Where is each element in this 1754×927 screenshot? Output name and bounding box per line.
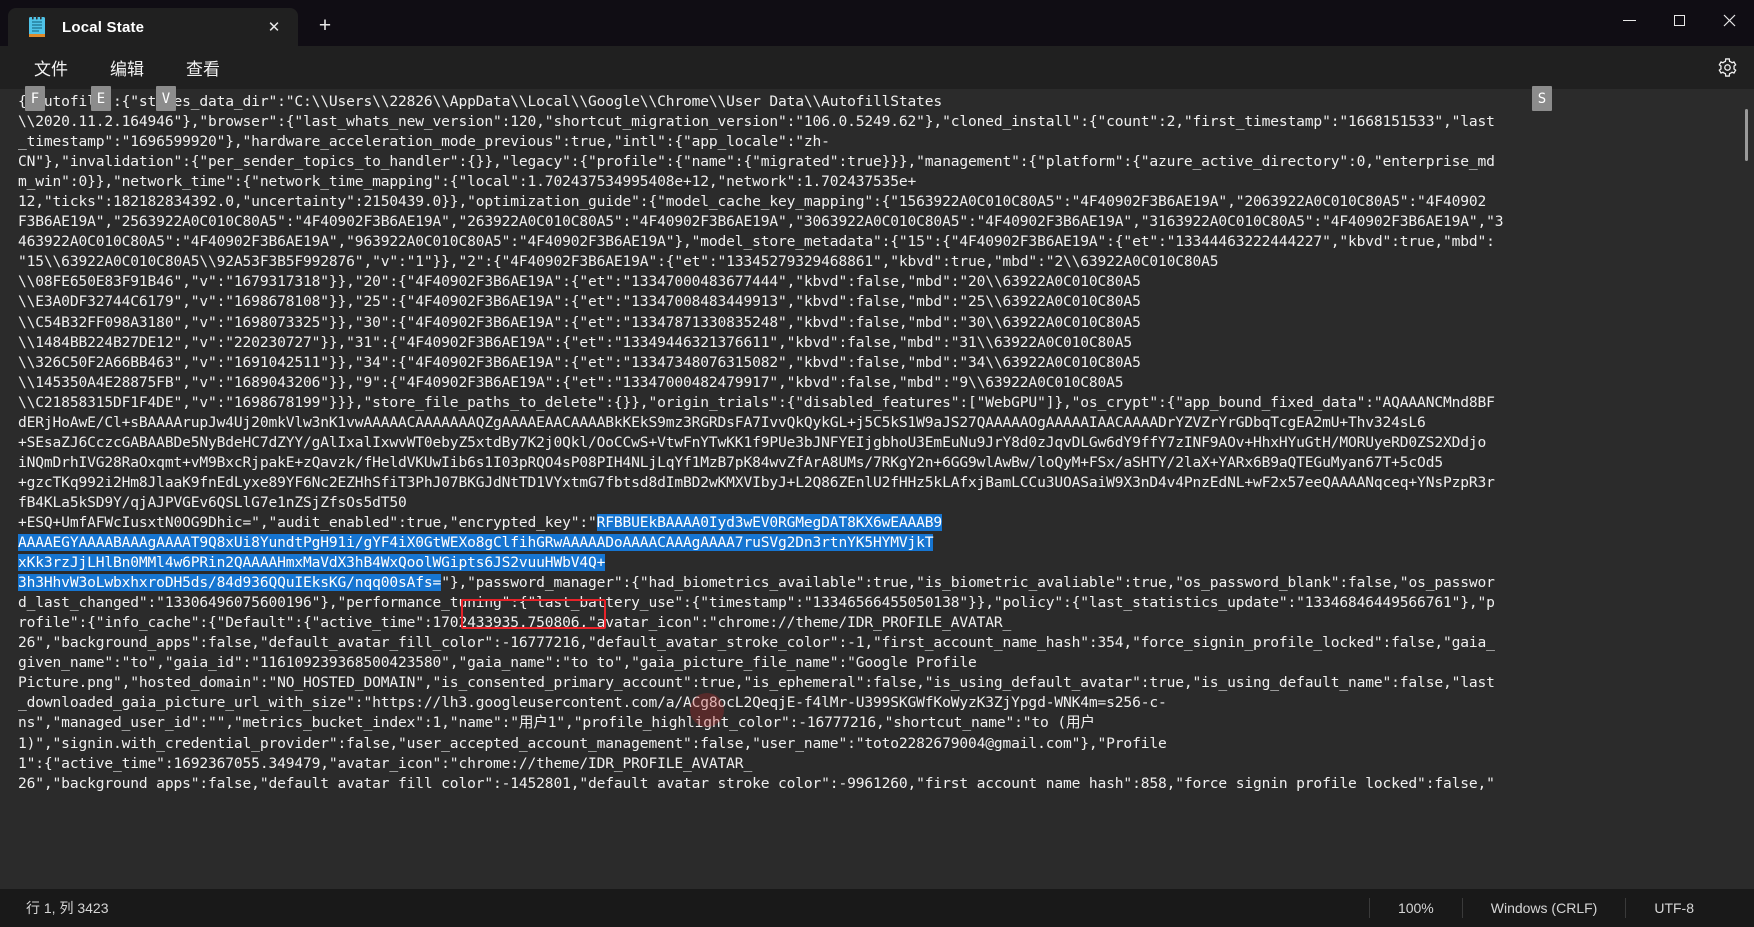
editor-line: CN"},"invalidation":{"per_sender_topics_… [18, 153, 1495, 171]
editor-line: 3h3HhvW3oLwbxhxroDH5ds/84d936QQuIEksKG/n… [18, 574, 1495, 592]
editor-line: \\E3A0DF32744C6179","v":"1698678108"}},"… [18, 293, 1141, 311]
editor-line: _timestamp":"1696599920"},"hardware_acce… [18, 133, 830, 151]
editor-line: 26","background apps":false,"default ava… [18, 774, 1495, 792]
notepad-icon [26, 15, 48, 39]
editor-line: +ESQ+UmfAFWcIusxtN0OG9Dhic=","audit_enab… [18, 513, 943, 531]
settings-button[interactable] [1710, 51, 1744, 85]
editor-line: { autofill":{"states_data_dir":"C:\\User… [18, 93, 943, 110]
hotkey-badge-v: V [156, 86, 176, 111]
tab-close-icon[interactable]: ✕ [260, 14, 288, 40]
editor-line: \\C54B32FF098A3180","v":"1698073325"}},"… [18, 313, 1141, 331]
editor-line: AAAAEGYAAAABAAAgAAAAT9Q8xUi8YundtPgH91i/… [18, 533, 1738, 553]
text-content[interactable]: { autofill":{"states_data_dir":"C:\\User… [18, 92, 1738, 889]
editor-line: Picture.png","hosted_domain":"NO_HOSTED_… [18, 674, 1495, 692]
editor-line: d_last_changed":"13306496075600196"},"pe… [18, 594, 1495, 612]
editor-line: given_name":"to","gaia_id":"116109239368… [18, 654, 977, 672]
editor-line: "15\\63922A0C010C80A5\\92A53F3B5F992876"… [18, 253, 1219, 271]
tab-local-state[interactable]: Local State ✕ [8, 8, 298, 46]
status-right-group: 100% Windows (CRLF) UTF-8 [1368, 889, 1754, 927]
editor-line: ns","managed_user_id":"","metrics_bucket… [18, 714, 1095, 732]
menu-edit[interactable]: 编辑 [98, 50, 156, 85]
editor-line: iNQmDrhIVG28RaOxqmt+vM9BxcRjpakE+zQavzk/… [18, 453, 1443, 471]
hotkey-badge-e: E [91, 86, 111, 111]
editor-line: rofile":{"info_cache":{"Default":{"activ… [18, 614, 1012, 632]
editor-line: 463922A0C010C80A5":"4F40902F3B6AE19A","9… [18, 233, 1495, 251]
editor-line: +SEsaZJ6CczcGABAABDe5NyBdeHC7dZYY/gAlIxa… [18, 433, 1487, 451]
editor-line: \\C21858315DF1F4DE","v":"1698678199"}}},… [18, 393, 1495, 411]
text-editor-area[interactable]: { autofill":{"states_data_dir":"C:\\User… [0, 89, 1754, 889]
editor-line: \\326C50F2A66BB463","v":"1691042511"}},"… [18, 353, 1141, 371]
editor-line: 1":{"active_time":1692367055.349479,"ava… [18, 754, 753, 772]
menu-view[interactable]: 查看 [174, 50, 232, 85]
hotkey-badge-s: S [1532, 86, 1552, 111]
editor-line: \\1484BB224B27DE12","v":"220230727"}},"3… [18, 333, 1133, 351]
vertical-scrollbar[interactable] [1741, 91, 1751, 887]
gear-icon [1717, 57, 1738, 78]
notepad-window: Local State ✕ + 文件 编辑 查看 {autofill":{"s… [0, 0, 1754, 927]
status-bar: 行 1, 列 3423 100% Windows (CRLF) UTF-8 [0, 889, 1754, 927]
menu-file[interactable]: 文件 [22, 50, 80, 85]
close-icon[interactable] [1704, 0, 1754, 40]
editor-line: dERjHoAwE/Cl+sBAAAArupJw4Uj20mkVlw3nK1vw… [18, 413, 1426, 431]
editor-line: 12,"ticks":182182834392.0,"uncertainty":… [18, 193, 1487, 211]
scrollbar-thumb[interactable] [1745, 109, 1748, 161]
new-tab-button[interactable]: + [308, 9, 342, 43]
selected-text: AAAAEGYAAAABAAAgAAAAT9Q8xUi8YundtPgH91i/… [18, 534, 934, 552]
editor-line: 26","background_apps":false,"default_ava… [18, 634, 1495, 652]
editor-line: \\145350A4E28875FB","v":"1689043206"}},"… [18, 373, 1124, 391]
window-controls [1604, 0, 1754, 40]
cursor-position: 行 1, 列 3423 [26, 900, 109, 916]
line-ending[interactable]: Windows (CRLF) [1461, 898, 1626, 918]
editor-line: \\08FE650E83F91B46","v":"1679317318"}},"… [18, 273, 1141, 291]
maximize-icon[interactable] [1654, 0, 1704, 40]
editor-line: F3B6AE19A","2563922A0C010C80A5":"4F40902… [18, 213, 1504, 231]
editor-line: \\2020.11.2.164946"},"browser":{"last_wh… [18, 113, 1495, 131]
hotkey-badge-f: F [25, 86, 45, 111]
zoom-level[interactable]: 100% [1368, 898, 1462, 918]
editor-line: +gzcTKq992i2Hm8JlaaK9fnEdLyxe89YF6Nc2EZH… [18, 473, 1495, 491]
menu-bar: 文件 编辑 查看 [0, 46, 1754, 89]
minimize-icon[interactable] [1604, 0, 1654, 40]
title-bar: Local State ✕ + [0, 0, 1754, 46]
encoding[interactable]: UTF-8 [1625, 898, 1754, 918]
tab-title: Local State [62, 18, 145, 36]
editor-line: xKk3rzJjLHlBn0MMl4w6PRin2QAAAAHmxMaVdX3h… [18, 553, 1738, 573]
selected-text: RFBBUEkBAAAA0Iyd3wEV0RGMegDAT8KX6wEAAAB9 [596, 513, 943, 531]
editor-line: m_win":0}},"network_time":{"network_time… [18, 173, 917, 191]
editor-line: fB4KLa5kSD9Y/qjAJPVGEv6QSLlG7e1nZSjZfsOs… [18, 493, 407, 511]
editor-line: 1)","signin.with_credential_provider":fa… [18, 734, 1167, 752]
editor-line: _downloaded_gaia_picture_url_with_size":… [18, 694, 1167, 712]
selected-text: 3h3HhvW3oLwbxhxroDH5ds/84d936QQuIEksKG/n… [18, 574, 442, 592]
selected-text: xKk3rzJjLHlBn0MMl4w6PRin2QAAAAHmxMaVdX3h… [18, 554, 606, 572]
tab-strip: Local State ✕ + [0, 0, 342, 46]
